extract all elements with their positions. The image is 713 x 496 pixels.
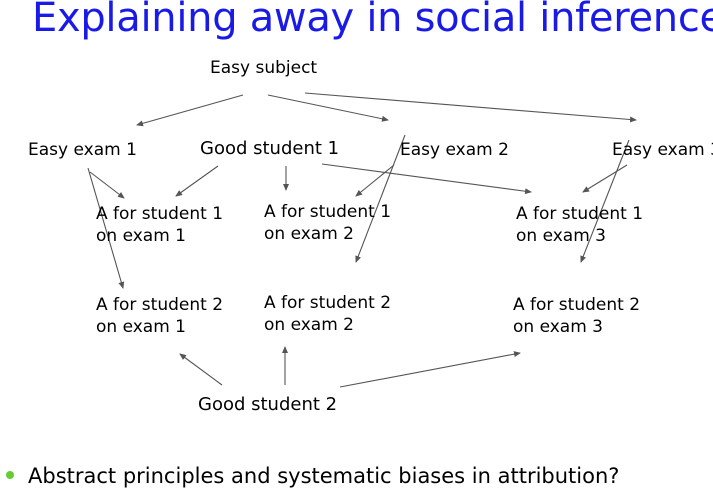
bullet-dot-icon: [6, 471, 14, 479]
node-good-student-2: Good student 2: [198, 394, 338, 415]
node-a-student1-exam1: A for student 1 on exam 1: [96, 204, 224, 246]
node-a-student1-exam2: A for student 1 on exam 2: [264, 202, 392, 244]
node-easy-exam-1: Easy exam 1: [28, 140, 137, 160]
bullet-item: Abstract principles and systematic biase…: [6, 464, 619, 488]
node-easy-exam-3: Easy exam 3: [612, 140, 713, 160]
node-good-student-1: Good student 1: [200, 138, 340, 159]
node-a-student2-exam1: A for student 2 on exam 1: [96, 295, 224, 337]
node-a-student1-exam3: A for student 1 on exam 3: [516, 204, 644, 246]
edge-easy-subject-to-easy-exam-1: [136, 94, 244, 127]
node-a-student2-exam2: A for student 2 on exam 2: [264, 293, 392, 335]
edge-easy-exam-3-to-a-s1-e3: [582, 164, 628, 193]
node-easy-exam-2: Easy exam 2: [400, 140, 509, 160]
node-a-student2-exam3: A for student 2 on exam 3: [513, 295, 641, 337]
edge-good-student-1-to-a-s1-e1: [175, 165, 219, 197]
edge-easy-subject-to-easy-exam-3: [304, 92, 637, 123]
bullet-text: Abstract principles and systematic biase…: [28, 464, 620, 488]
node-easy-subject: Easy subject: [210, 58, 318, 78]
edge-good-student-2-to-a-s2-e1: [179, 353, 223, 386]
edge-good-student-1-to-a-s1-e3: [321, 163, 532, 195]
edge-good-student-2-to-a-s2-e3: [339, 351, 521, 388]
diagram-edges: [87, 92, 637, 388]
